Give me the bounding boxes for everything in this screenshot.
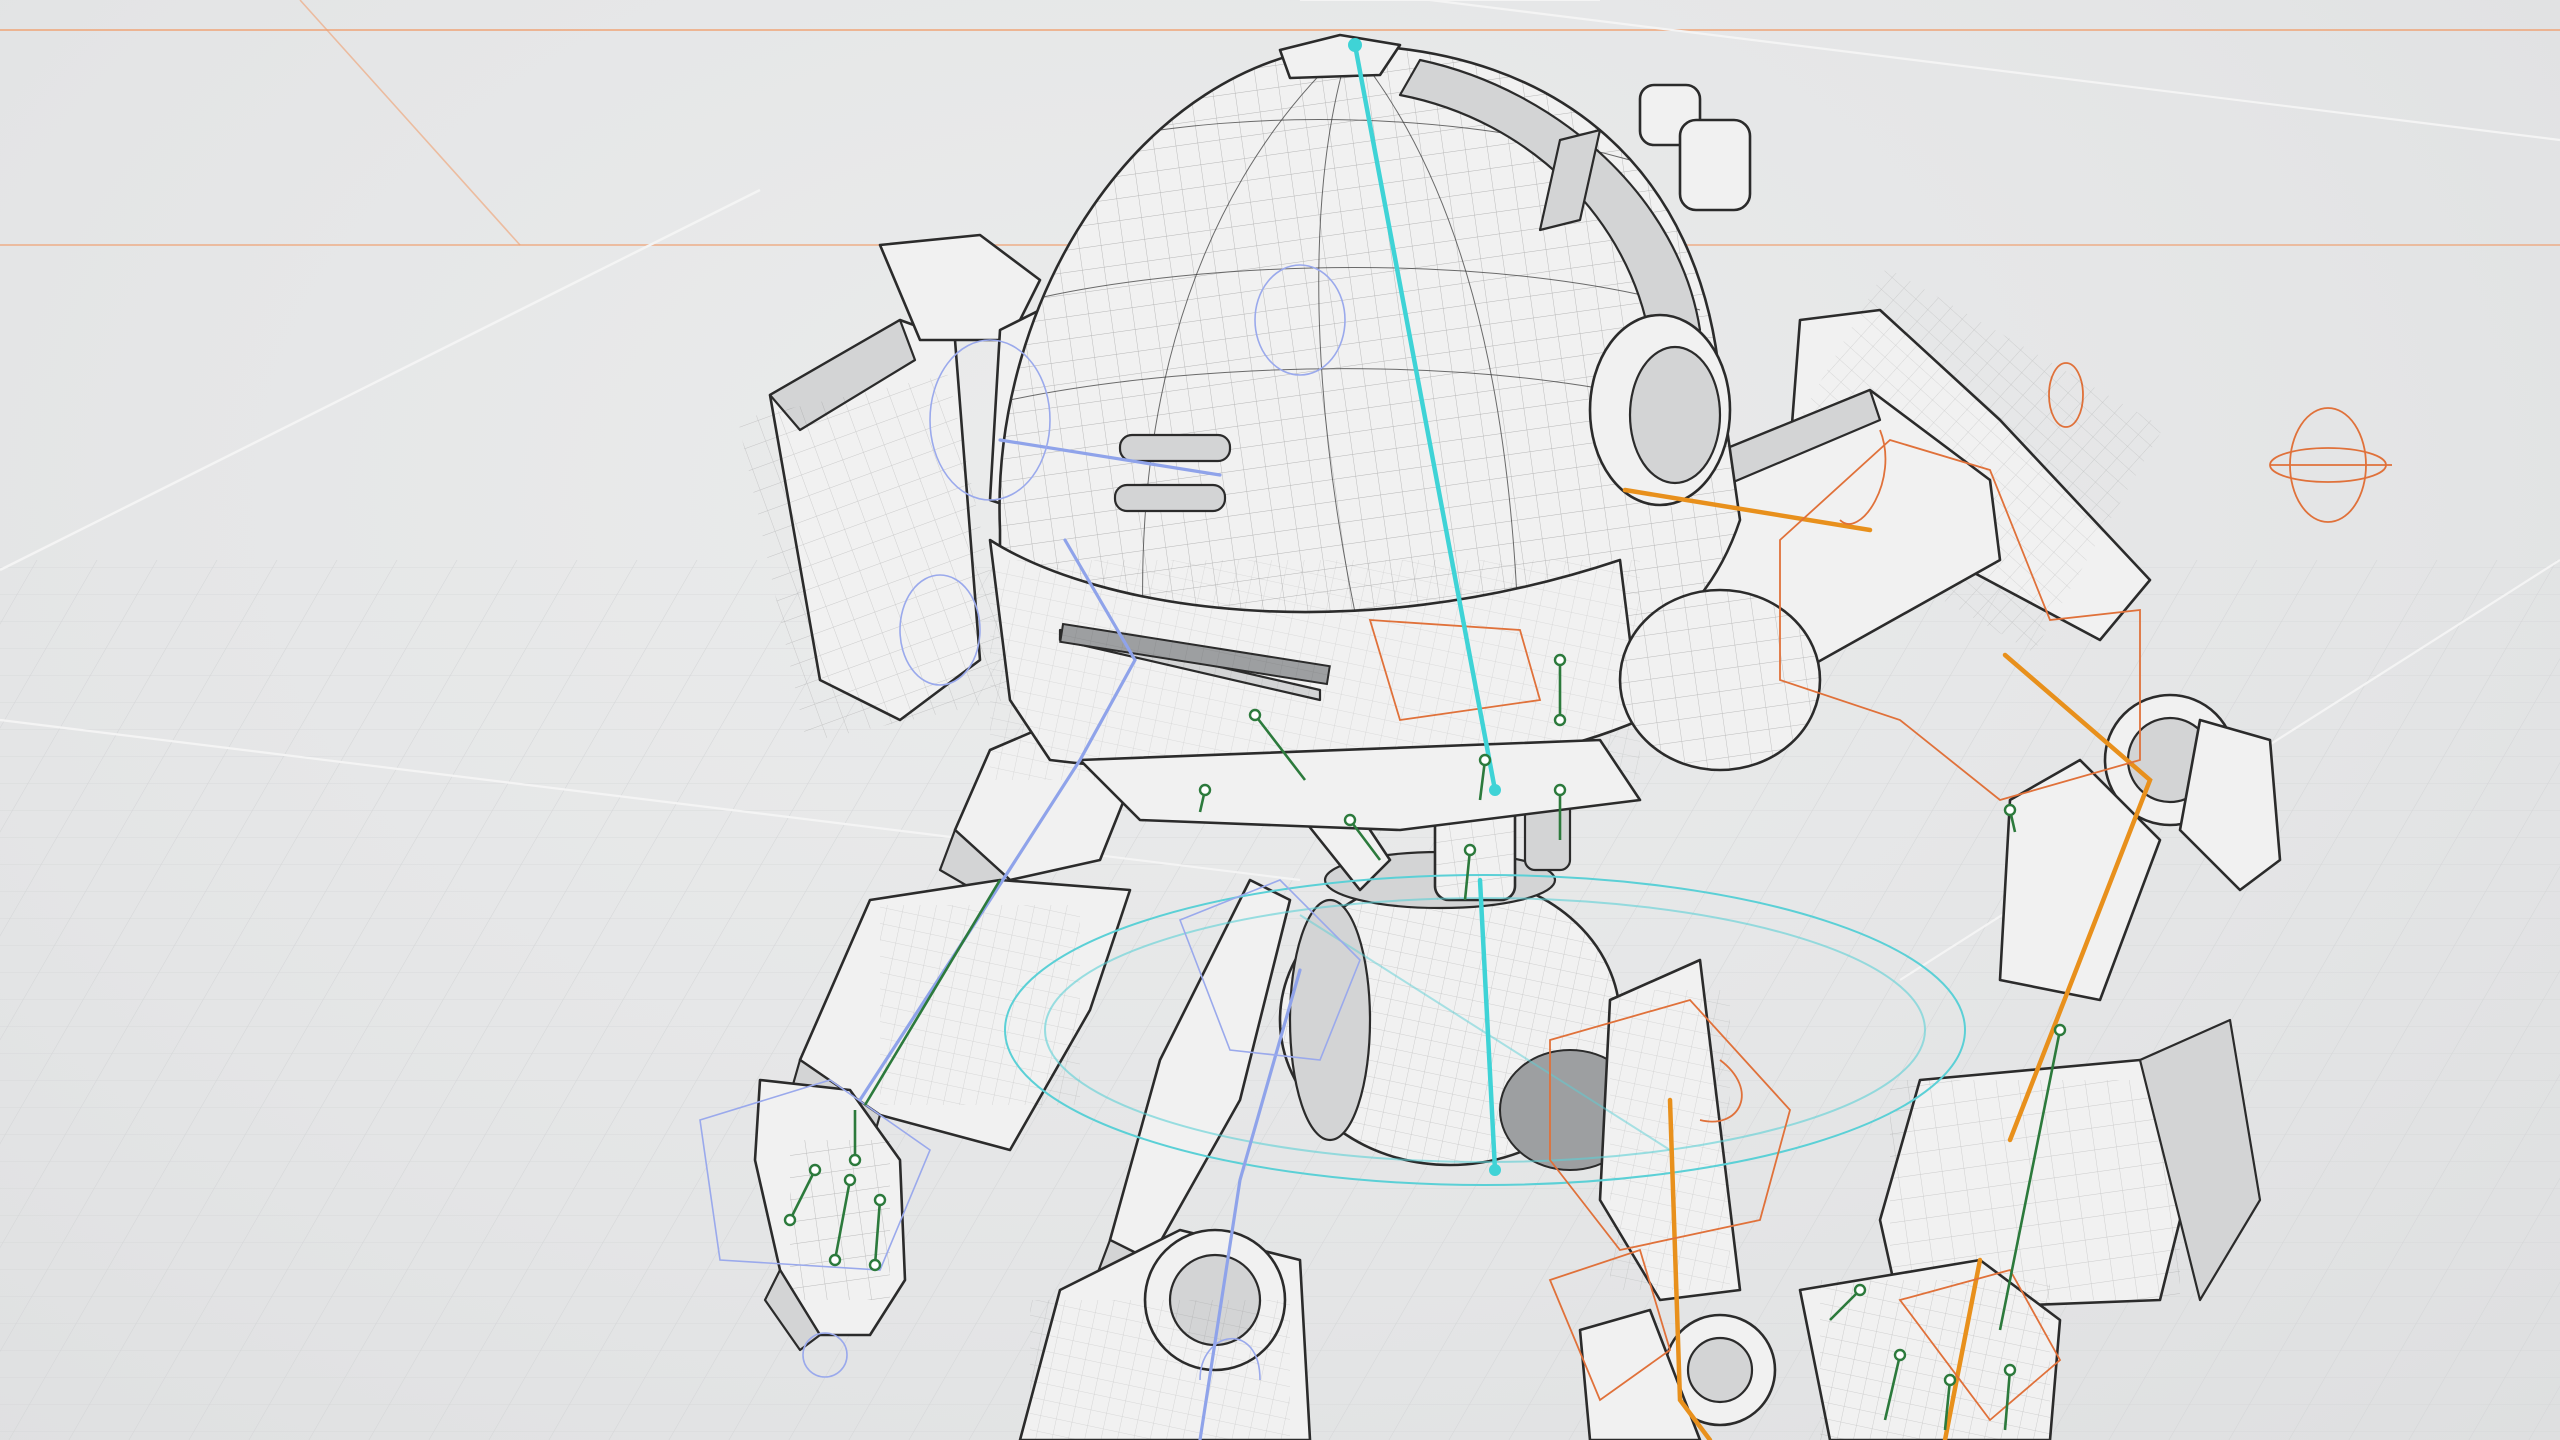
viewport-scene[interactable] [0,0,2560,1440]
3d-viewport[interactable] [0,0,2560,1440]
